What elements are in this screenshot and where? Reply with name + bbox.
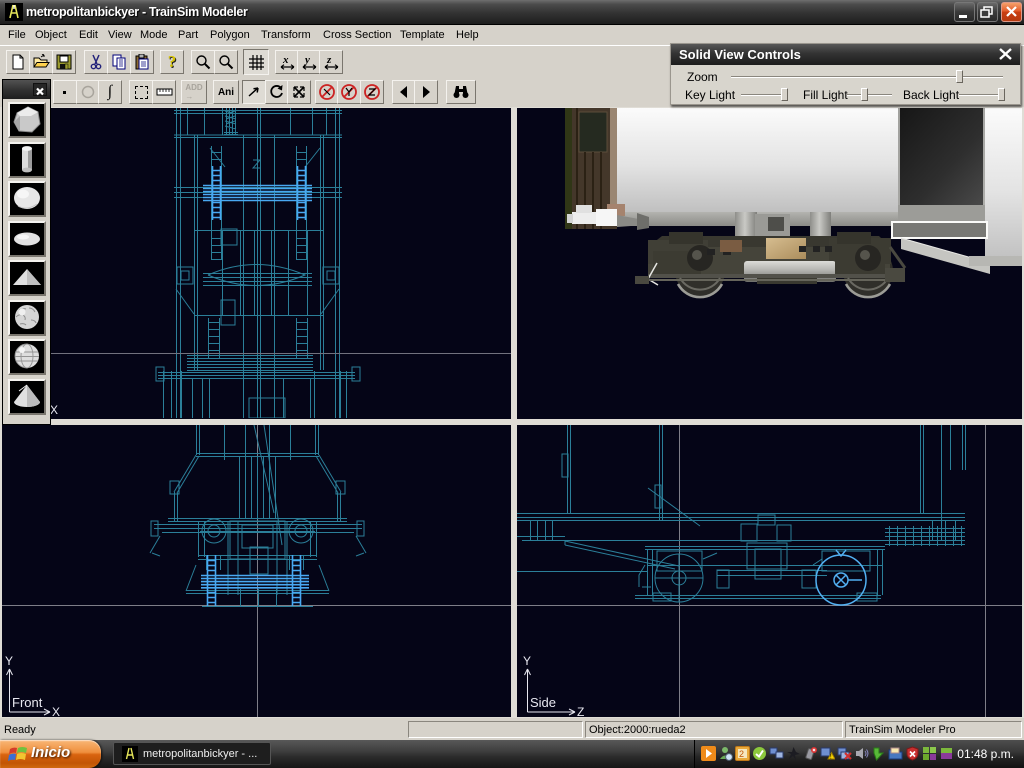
svg-text:x: x <box>282 54 289 66</box>
svg-text:Front: Front <box>12 695 43 710</box>
svg-text:Side: Side <box>530 695 556 710</box>
svg-text:Y: Y <box>5 654 13 668</box>
svg-text:z: z <box>326 54 332 66</box>
svg-text:Z: Z <box>577 705 584 717</box>
svg-text:Y: Y <box>523 654 531 668</box>
svg-text:y: y <box>303 54 310 66</box>
svg-text:2: 2 <box>739 749 744 759</box>
svg-text:X: X <box>50 403 58 417</box>
svg-text:X: X <box>52 705 60 717</box>
